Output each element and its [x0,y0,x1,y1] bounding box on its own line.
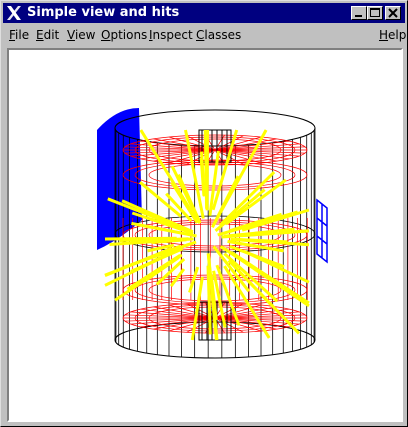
close-button[interactable] [385,6,401,20]
menu-view[interactable]: View [67,28,95,42]
menu-options[interactable]: Options [101,28,147,42]
maximize-button[interactable] [367,6,383,20]
menu-help[interactable]: Help [379,28,406,42]
x-app-icon [7,6,21,20]
title-bar[interactable]: Simple view and hits [3,3,405,23]
menu-edit[interactable]: Edit [36,28,59,42]
minimize-icon [355,15,362,17]
3d-viewport[interactable] [7,48,403,422]
menu-file[interactable]: File [9,28,29,42]
detector-scene [97,108,328,359]
window-title: Simple view and hits [27,5,180,20]
close-icon [388,8,398,18]
menu-inspect[interactable]: Inspect [149,28,193,42]
menu-bar: File Edit View Options Inspect Classes H… [3,25,406,45]
app-window: Simple view and hits File Edit View Opti… [0,0,408,427]
maximize-icon [370,8,380,17]
endcap-right [316,198,328,264]
menu-classes[interactable]: Classes [196,28,241,42]
minimize-button[interactable] [351,6,367,20]
